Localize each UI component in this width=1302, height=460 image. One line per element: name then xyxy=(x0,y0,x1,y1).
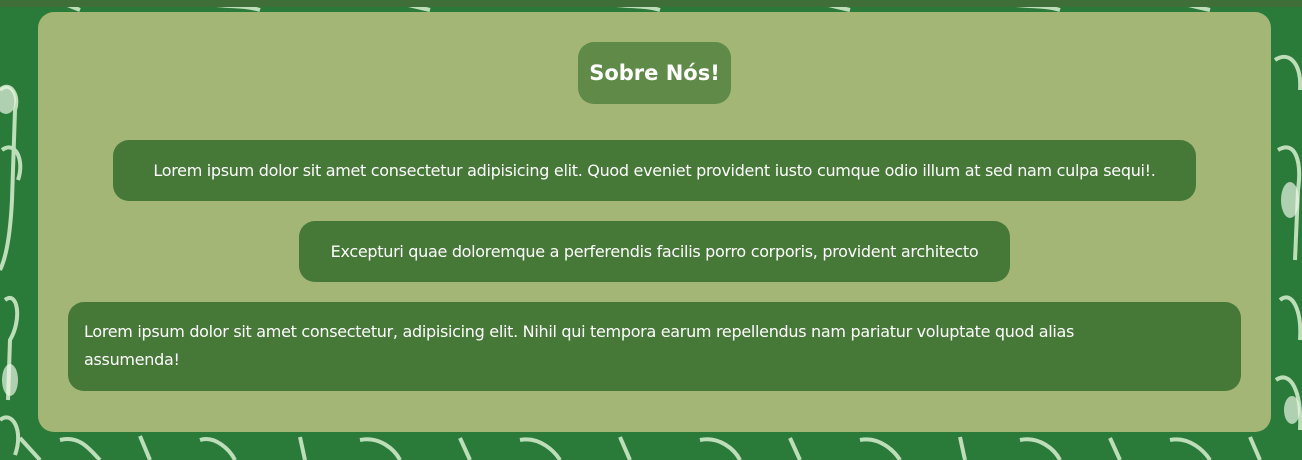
about-paragraph: Lorem ipsum dolor sit amet consectetur a… xyxy=(113,140,1196,201)
about-paragraph: Excepturi quae doloremque a perferendis … xyxy=(299,221,1010,282)
about-section: Sobre Nós! Lorem ipsum dolor sit amet co… xyxy=(38,12,1271,432)
top-bar xyxy=(0,0,1302,7)
section-title: Sobre Nós! xyxy=(578,42,731,104)
about-paragraph: Lorem ipsum dolor sit amet consectetur, … xyxy=(68,302,1241,391)
